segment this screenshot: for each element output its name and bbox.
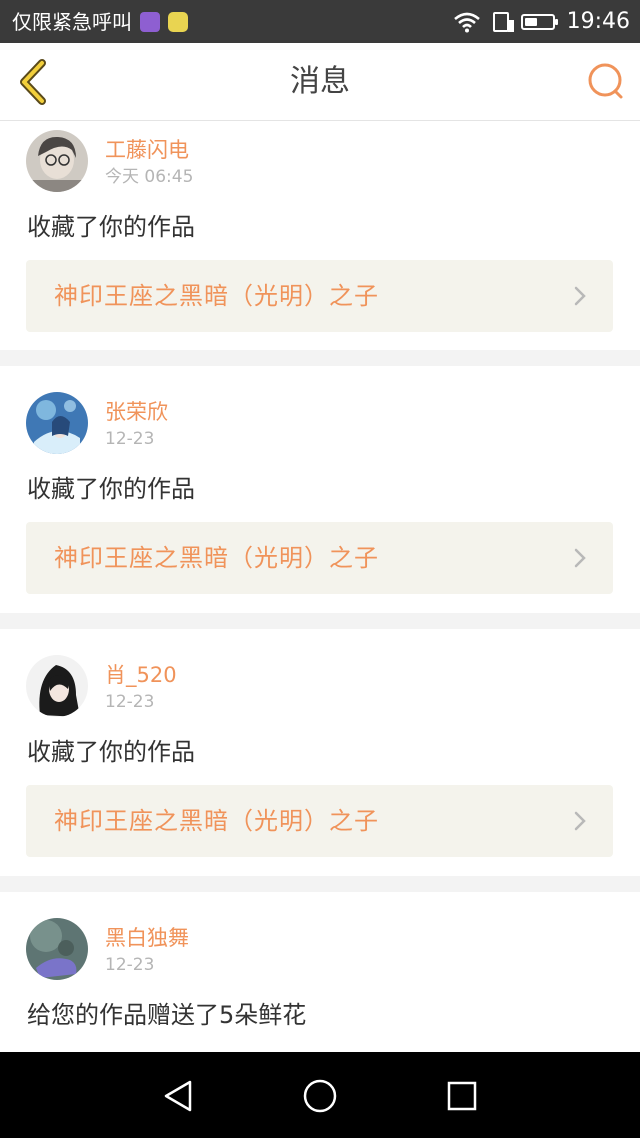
triangle-back-icon[interactable] xyxy=(158,1076,198,1116)
clock: 19:46 xyxy=(566,9,630,34)
avatar[interactable] xyxy=(26,918,88,980)
screen: 仅限紧急呼叫 19:46 消息 工藤闪电 今天 06:45 收藏了你的作品 神印… xyxy=(0,0,640,1138)
sender-name[interactable]: 黑白独舞 xyxy=(105,925,189,951)
app-header: 消息 xyxy=(0,43,640,121)
avatar-image xyxy=(26,655,88,717)
message-list: 工藤闪电 今天 06:45 收藏了你的作品 神印王座之黑暗（光明）之子 张荣欣 … xyxy=(0,121,640,1092)
message-card: 肖_520 12-23 收藏了你的作品 神印王座之黑暗（光明）之子 xyxy=(0,629,640,876)
chevron-right-icon xyxy=(574,811,586,831)
work-link[interactable]: 神印王座之黑暗（光明）之子 xyxy=(26,785,613,857)
wifi-icon xyxy=(453,12,480,33)
avatar[interactable] xyxy=(26,392,88,454)
work-title: 神印王座之黑暗（光明）之子 xyxy=(54,282,379,310)
work-title: 神印王座之黑暗（光明）之子 xyxy=(54,544,379,572)
message-action: 收藏了你的作品 xyxy=(27,213,195,241)
sender-name[interactable]: 工藤闪电 xyxy=(105,137,189,163)
sender-name[interactable]: 张荣欣 xyxy=(105,399,168,425)
avatar[interactable] xyxy=(26,130,88,192)
avatar-image xyxy=(26,918,88,980)
message-time: 12-23 xyxy=(105,955,155,975)
avatar[interactable] xyxy=(26,655,88,717)
status-bar: 仅限紧急呼叫 19:46 xyxy=(0,0,640,43)
system-nav-bar xyxy=(0,1052,640,1138)
divider xyxy=(0,350,640,366)
message-action: 给您的作品赠送了5朵鲜花 xyxy=(27,1001,307,1029)
work-link[interactable]: 神印王座之黑暗（光明）之子 xyxy=(26,260,613,332)
message-time: 12-23 xyxy=(105,429,155,449)
message-action: 收藏了你的作品 xyxy=(27,738,195,766)
message-card: 工藤闪电 今天 06:45 收藏了你的作品 神印王座之黑暗（光明）之子 xyxy=(0,121,640,350)
search-icon[interactable] xyxy=(586,61,626,101)
chat-app-icon xyxy=(168,12,188,32)
sim-icon xyxy=(492,12,514,32)
message-time: 12-23 xyxy=(105,692,155,712)
work-title: 神印王座之黑暗（光明）之子 xyxy=(54,807,379,835)
status-left: 仅限紧急呼叫 xyxy=(12,9,188,35)
battery-icon xyxy=(520,14,558,30)
avatar-image xyxy=(26,130,88,192)
divider xyxy=(0,876,640,892)
square-recents-icon[interactable] xyxy=(442,1076,482,1116)
chevron-right-icon xyxy=(574,548,586,568)
page-title: 消息 xyxy=(290,64,350,99)
circle-home-icon[interactable] xyxy=(300,1076,340,1116)
message-time: 今天 06:45 xyxy=(105,167,194,187)
battery-level xyxy=(524,18,537,26)
work-link[interactable]: 神印王座之黑暗（光明）之子 xyxy=(26,522,613,594)
divider xyxy=(0,613,640,629)
avatar-image xyxy=(26,392,88,454)
sender-name[interactable]: 肖_520 xyxy=(105,662,177,688)
status-right: 19:46 xyxy=(453,8,630,36)
carrier-text: 仅限紧急呼叫 xyxy=(12,10,132,34)
message-action: 收藏了你的作品 xyxy=(27,475,195,503)
chevron-right-icon xyxy=(574,286,586,306)
message-card: 张荣欣 12-23 收藏了你的作品 神印王座之黑暗（光明）之子 xyxy=(0,366,640,613)
gallery-app-icon xyxy=(140,12,160,32)
